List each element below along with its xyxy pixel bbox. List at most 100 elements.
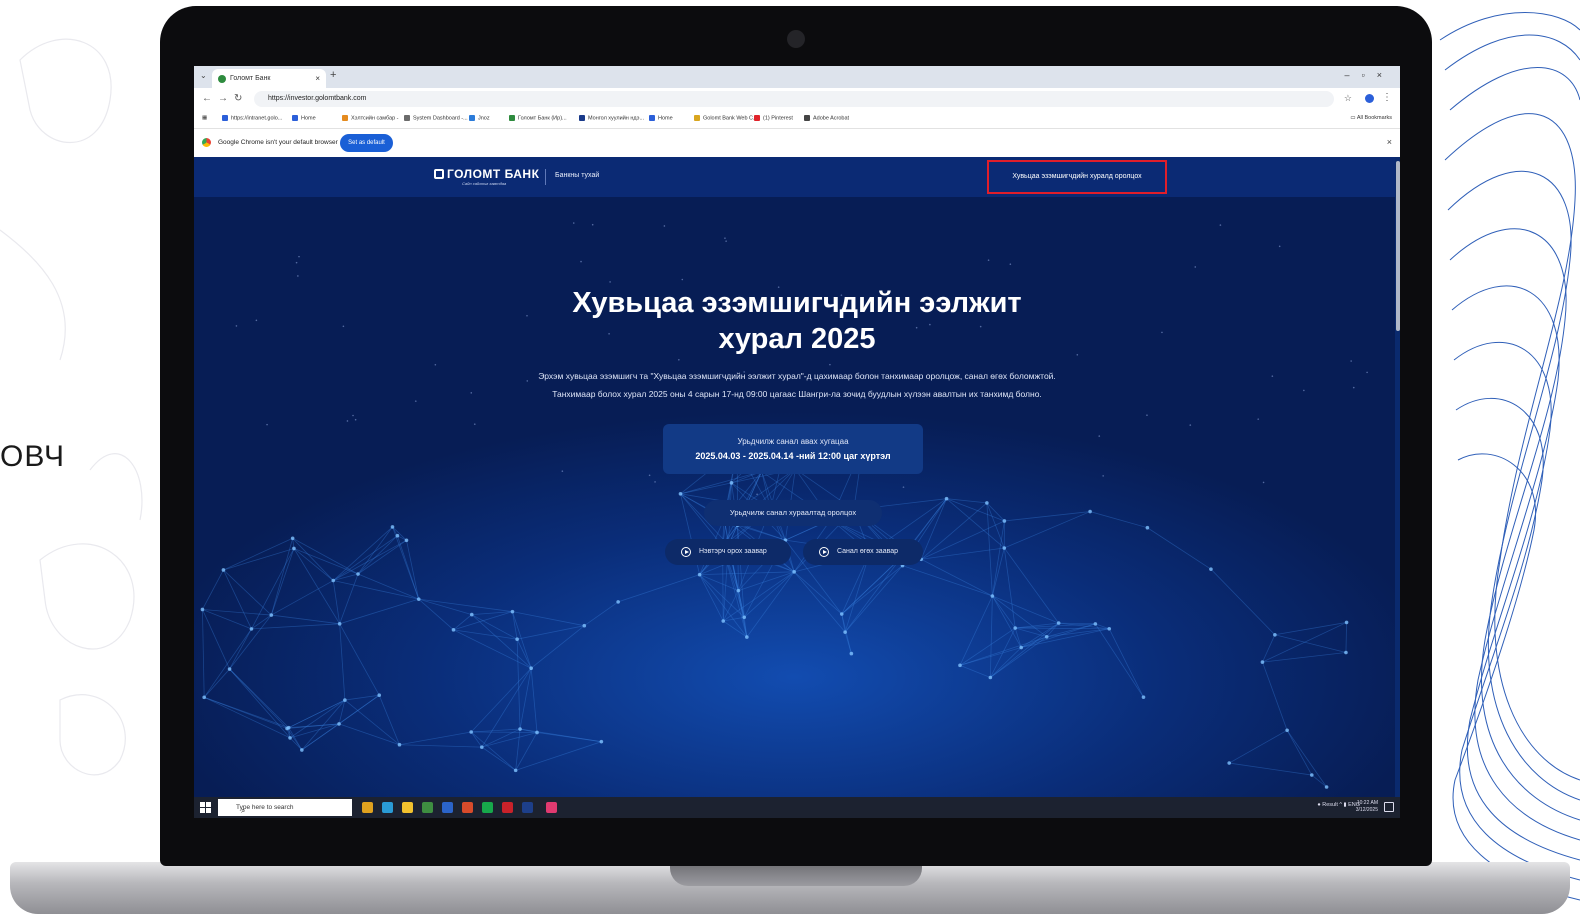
bookmark-item[interactable]: Монгол хуулийн ндэ... [579,115,644,121]
mesh-line [1274,622,1347,636]
browser-toolbar: ← → ↻ https://investor.golomtbank.com ☆ … [194,88,1400,110]
mesh-line [584,601,619,627]
mesh-line [251,623,340,630]
edge-icon[interactable] [382,802,393,813]
advance-vote-button[interactable]: Урьдчилж санал хураалтад оролцох [704,500,882,526]
new-tab-button[interactable]: + [330,69,336,81]
forward-arrow-icon[interactable]: → [218,93,228,104]
mesh-node [729,481,734,485]
profile-avatar-icon[interactable] [1365,94,1374,103]
star-dot [1278,245,1281,248]
mesh-node [300,748,304,752]
scrollbar-thumb[interactable] [1396,161,1400,331]
address-bar[interactable]: https://investor.golomtbank.com [254,91,1334,107]
bookmark-item[interactable]: Jnoz [469,115,490,121]
mesh-node [290,536,295,541]
mesh-node [1227,761,1232,765]
app-icon[interactable] [546,802,557,813]
windows-start-icon[interactable] [200,802,211,813]
mesh-line [399,744,482,748]
mesh-node [1309,773,1314,777]
mesh-line [1286,730,1313,776]
photoshop-icon[interactable] [522,802,533,813]
advance-vote-dates: 2025.04.03 - 2025.04.14 -ний 12:00 цаг х… [695,451,891,461]
mesh-node [288,736,292,740]
reload-icon[interactable]: ↻ [234,93,242,104]
star-dot [295,261,298,264]
golomt-logo[interactable]: ГОЛОМТ БАНК [434,167,539,181]
bookmark-item[interactable]: Adobe Acrobat [804,115,849,121]
bookmark-item[interactable]: Golomt Bank Web C... [694,115,758,121]
page-title: Хувьцаа эзэмшигчдийн ээлжит хурал 2025 [572,287,1022,355]
taskview-icon[interactable] [362,802,373,813]
mesh-node [515,637,519,641]
star-dot [756,493,758,496]
bookmark-item[interactable]: Хэлтсийн самбар - [342,115,399,121]
mesh-line [680,482,732,495]
bookmark-item[interactable]: Home [292,115,316,121]
mesh-line [1229,762,1312,776]
mesh-line [344,699,400,746]
outlook-icon[interactable] [442,802,453,813]
mesh-line [992,595,1022,648]
set-as-default-button[interactable]: Set as default [340,134,393,152]
star-dot [724,237,726,239]
login-guide-button[interactable]: Нэвтэрч орох заавар [665,539,791,565]
tab-search-icon[interactable]: ⌄ [200,71,207,80]
window-controls[interactable]: –▫× [1345,70,1394,80]
back-arrow-icon[interactable]: ← [202,93,212,104]
browser-tab[interactable]: Голомт Банк × [212,69,326,88]
file-explorer-icon[interactable] [402,802,413,813]
star-dot [1102,475,1104,477]
mesh-line [203,668,230,698]
mesh-line [339,623,346,701]
page-description: Эрхэм хувьцаа эзэмшигч та "Хувьцаа эзэмш… [538,371,1056,399]
taskbar-search-box[interactable]: ⌕ Type here to search [218,799,352,816]
tab-close-icon[interactable]: × [315,69,320,88]
mesh-node [404,538,409,543]
bookmark-item[interactable]: https://intranet.golo... [222,115,282,121]
mesh-line [332,580,341,624]
infobar-close-icon[interactable]: × [1387,137,1392,147]
mesh-line [699,571,795,576]
mesh-node [416,597,421,601]
vote-guide-button[interactable]: Санал өгөх заавар [803,539,923,565]
mesh-node [1209,567,1213,571]
excel-icon[interactable] [482,802,493,813]
star-dot [346,420,349,422]
notification-icon[interactable] [1384,802,1394,812]
system-tray[interactable]: ● Result ^ ▮ ENG [1317,802,1360,808]
join-meeting-button[interactable]: Хувьцаа эзэмшигчдийн хуралд оролцох [987,160,1167,194]
url-text: https://investor.golomtbank.com [268,95,367,102]
bookmark-favicon-icon [404,115,410,121]
apps-grid-icon[interactable]: ▦ [202,115,207,121]
page-scrollbar[interactable] [1395,157,1400,797]
bookmark-star-icon[interactable]: ☆ [1344,93,1352,104]
bookmark-item[interactable]: System Dashboard -... [404,115,468,121]
mesh-line [418,598,454,631]
bookmark-item[interactable]: (1) Pinterest [754,115,793,121]
chrome-menu-icon[interactable]: ⋮ [1382,92,1392,103]
star-dot [266,423,268,426]
mesh-line [793,571,843,615]
chrome-icon[interactable] [422,802,433,813]
mesh-node [518,727,522,731]
mesh-node [1344,620,1349,625]
mesh-node [988,675,993,680]
taskbar-clock[interactable]: 10:22 AM 3/12/2025 [1356,800,1378,814]
powerpoint-icon[interactable] [462,802,473,813]
mesh-line [1274,634,1347,653]
star-dot [473,423,476,425]
bookmark-item[interactable]: Home [649,115,673,121]
mesh-line [723,571,795,622]
mesh-node [1260,660,1265,664]
star-dot [591,223,594,226]
mesh-node [843,630,847,634]
all-bookmarks-folder[interactable]: ▭ All Bookmarks [1350,115,1392,121]
acrobat-icon[interactable] [502,802,513,813]
nav-link-about-bank[interactable]: Банкны тухай [555,172,599,179]
bookmark-item[interactable]: Голомт Банк (Ир)... [509,115,567,121]
mesh-line [512,611,585,627]
nav-divider [545,169,546,185]
mesh-node [1002,546,1007,550]
